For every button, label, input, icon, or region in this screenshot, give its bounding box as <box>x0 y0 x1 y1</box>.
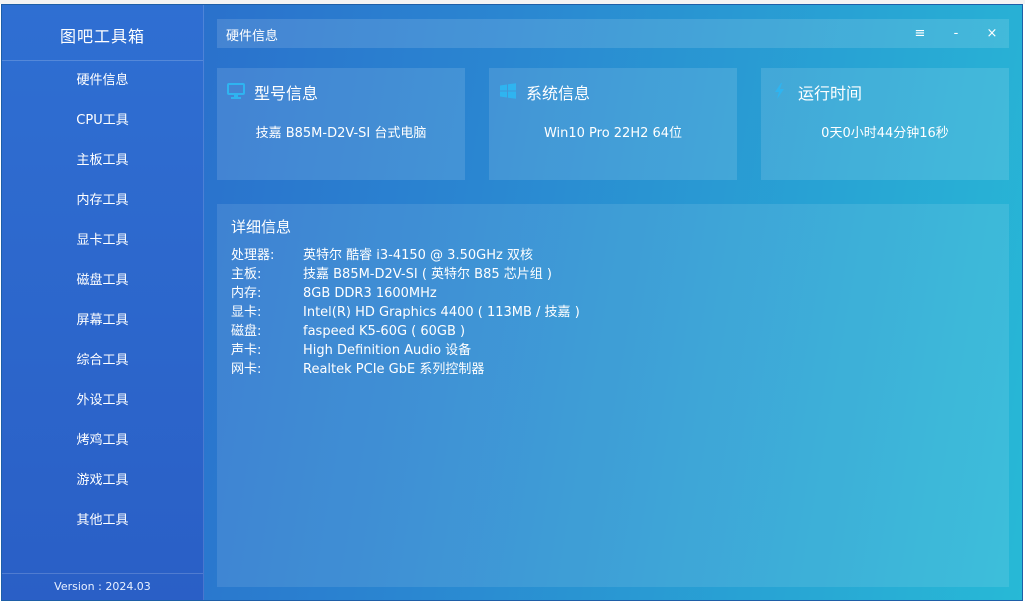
minimize-button[interactable]: - <box>945 23 967 45</box>
detail-key: 主板: <box>231 267 262 282</box>
detail-panel: 详细信息 处理器: 英特尔 酷睿 i3-4150 @ 3.50GHz 双核 主板:… <box>217 204 1009 587</box>
uptime-value: 0天0小时44分钟16秒 <box>821 126 949 141</box>
sidebar-item-peripheral-tools[interactable]: 外设工具 <box>2 381 203 421</box>
content-titlebar: 硬件信息 ≡ - × <box>217 19 1009 48</box>
detail-row-cpu: 处理器: 英特尔 酷睿 i3-4150 @ 3.50GHz 双核 <box>231 246 580 265</box>
detail-value: 英特尔 酷睿 i3-4150 @ 3.50GHz 双核 <box>303 248 533 263</box>
app-title: 图吧工具箱 <box>59 27 145 46</box>
detail-row-disk: 磁盘: faspeed K5-60G ( 60GB ) <box>231 322 580 341</box>
detail-value: 8GB DDR3 1600MHz <box>303 286 437 301</box>
detail-key: 磁盘: <box>231 324 262 339</box>
app-window: 图吧工具箱 硬件信息 CPU工具 主板工具 内存工具 显卡工具 磁盘工具 屏幕工… <box>1 4 1023 601</box>
model-info-value: 技嘉 B85M-D2V-SI 台式电脑 <box>255 126 427 141</box>
detail-value: Realtek PCIe GbE 系列控制器 <box>303 362 485 377</box>
detail-list: 处理器: 英特尔 酷睿 i3-4150 @ 3.50GHz 双核 主板: 技嘉 B8… <box>231 246 580 379</box>
monitor-icon <box>227 83 245 99</box>
sidebar-item-stress-tools[interactable]: 烤鸡工具 <box>2 421 203 461</box>
sidebar-item-screen-tools[interactable]: 屏幕工具 <box>2 301 203 341</box>
uptime-title: 运行时间 <box>798 84 863 103</box>
detail-value: faspeed K5-60G ( 60GB ) <box>303 324 466 339</box>
detail-key: 内存: <box>231 286 262 301</box>
detail-value: High Definition Audio 设备 <box>303 343 472 358</box>
sidebar-item-cpu-tools[interactable]: CPU工具 <box>2 101 203 141</box>
page-title: 硬件信息 <box>226 29 279 44</box>
sidebar-item-hardware-info[interactable]: 硬件信息 <box>2 61 203 101</box>
model-info-title: 型号信息 <box>254 84 319 103</box>
windows-icon <box>500 83 516 99</box>
detail-key: 处理器: <box>231 248 275 263</box>
sidebar-item-memory-tools[interactable]: 内存工具 <box>2 181 203 221</box>
detail-row-memory: 内存: 8GB DDR3 1600MHz <box>231 284 580 303</box>
sidebar: 图吧工具箱 硬件信息 CPU工具 主板工具 内存工具 显卡工具 磁盘工具 屏幕工… <box>2 5 204 600</box>
detail-row-motherboard: 主板: 技嘉 B85M-D2V-SI ( 英特尔 B85 芯片组 ) <box>231 265 580 284</box>
detail-row-audio: 声卡: High Definition Audio 设备 <box>231 341 580 360</box>
detail-key: 显卡: <box>231 305 262 320</box>
detail-row-network: 网卡: Realtek PCIe GbE 系列控制器 <box>231 360 580 379</box>
detail-row-gpu: 显卡: Intel(R) HD Graphics 4400 ( 113MB / 技… <box>231 303 580 322</box>
detail-value: Intel(R) HD Graphics 4400 ( 113MB / 技嘉 ) <box>303 305 580 320</box>
detail-key: 网卡: <box>231 362 262 377</box>
sidebar-item-other-tools[interactable]: 其他工具 <box>2 501 203 541</box>
lightning-icon <box>775 83 784 99</box>
sidebar-item-game-tools[interactable]: 游戏工具 <box>2 461 203 501</box>
detail-value: 技嘉 B85M-D2V-SI ( 英特尔 B85 芯片组 ) <box>303 267 552 282</box>
version-label: Version : 2024.03 <box>54 580 151 593</box>
menu-button[interactable]: ≡ <box>909 23 931 45</box>
uptime-card: 运行时间 0天0小时44分钟16秒 <box>761 68 1009 180</box>
detail-title: 详细信息 <box>231 218 292 236</box>
detail-key: 声卡: <box>231 343 262 358</box>
sidebar-item-disk-tools[interactable]: 磁盘工具 <box>2 261 203 301</box>
sidebar-item-general-tools[interactable]: 综合工具 <box>2 341 203 381</box>
system-info-card: 系统信息 Win10 Pro 22H2 64位 <box>489 68 737 180</box>
version-divider <box>2 573 203 574</box>
close-button[interactable]: × <box>981 23 1003 45</box>
model-info-card: 型号信息 技嘉 B85M-D2V-SI 台式电脑 <box>217 68 465 180</box>
sidebar-item-gpu-tools[interactable]: 显卡工具 <box>2 221 203 261</box>
system-info-value: Win10 Pro 22H2 64位 <box>543 126 683 141</box>
sidebar-nav: 硬件信息 CPU工具 主板工具 内存工具 显卡工具 磁盘工具 屏幕工具 综合工具… <box>2 61 203 541</box>
sidebar-item-motherboard-tools[interactable]: 主板工具 <box>2 141 203 181</box>
system-info-title: 系统信息 <box>526 84 591 103</box>
